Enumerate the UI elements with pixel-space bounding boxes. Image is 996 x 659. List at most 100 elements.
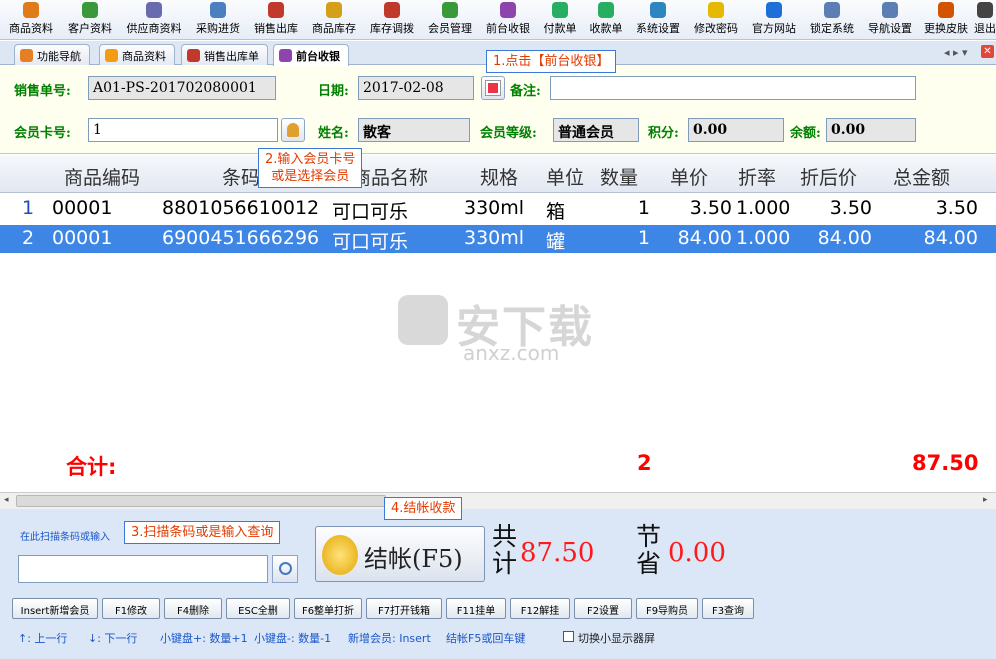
goods-tab-icon — [105, 49, 118, 62]
f1-edit-button[interactable]: F1修改 — [102, 598, 160, 619]
cell-qty: 1 — [637, 227, 650, 249]
toolbar-supplier-button[interactable]: 供应商资料 — [120, 2, 188, 38]
f9-guide-button[interactable]: F9导购员 — [636, 598, 698, 619]
cell-code: 00001 — [52, 227, 113, 249]
sales-out-icon — [268, 2, 284, 18]
toolbar-skin-button[interactable]: 更换皮肤 — [920, 2, 972, 38]
col-price[interactable]: 单价 — [670, 163, 708, 190]
f6-discount-button[interactable]: F6整单打折 — [294, 598, 362, 619]
toolbar-transfer-button[interactable]: 库存调拨 — [364, 2, 420, 38]
sale-no-label: 销售单号: — [14, 84, 71, 99]
toolbar-cashier-button[interactable]: 前台收银 — [480, 2, 536, 38]
f7-open-drawer-button[interactable]: F7打开钱箱 — [366, 598, 442, 619]
col-barcode[interactable]: 条码 — [222, 163, 260, 190]
col-spec[interactable]: 规格 — [480, 163, 518, 190]
tab-cashier[interactable]: 前台收银 — [273, 44, 349, 66]
receipt-icon — [598, 2, 614, 18]
col-code[interactable]: 商品编码 — [64, 163, 140, 190]
toolbar-member-button[interactable]: 会员管理 — [422, 2, 478, 38]
cell-disc-price: 3.50 — [829, 197, 872, 219]
calendar-icon — [485, 80, 501, 96]
search-button[interactable] — [272, 555, 298, 583]
small-screen-checkbox[interactable] — [563, 631, 574, 642]
website-icon — [766, 2, 782, 18]
callout-step-1: 1.点击【前台收银】 — [486, 50, 617, 73]
toolbar-website-button[interactable]: 官方网站 — [746, 2, 802, 38]
sale-header-form: 销售单号: A01-PS-201702080001 日期: 2017-02-08… — [0, 66, 996, 154]
tab-scroll-arrows[interactable]: ◂ ▸ ▾ — [944, 46, 968, 59]
scan-input[interactable] — [18, 555, 268, 583]
goods-icon — [23, 2, 39, 18]
toolbar-purchase-button[interactable]: 采购进货 — [190, 2, 246, 38]
scrollbar-thumb[interactable] — [16, 495, 386, 507]
close-tab-icon[interactable]: ✕ — [981, 45, 994, 58]
date-field[interactable]: 2017-02-08 — [358, 76, 474, 100]
toolbar-password-button[interactable]: 修改密码 — [688, 2, 744, 38]
f2-settings-button[interactable]: F2设置 — [574, 598, 632, 619]
esc-delete-all-button[interactable]: ESC全删 — [226, 598, 290, 619]
toolbar-settings-button[interactable]: 系统设置 — [630, 2, 686, 38]
points-label: 积分: — [648, 126, 679, 141]
col-unit[interactable]: 单位 — [546, 163, 584, 190]
col-rate[interactable]: 折率 — [738, 163, 776, 190]
col-amount[interactable]: 总金额 — [893, 163, 950, 190]
row-number: 2 — [22, 227, 35, 249]
member-card-label: 会员卡号: — [14, 126, 71, 141]
insert-new-member-button[interactable]: Insert新增会员 — [12, 598, 98, 619]
cell-spec: 330ml — [464, 197, 525, 219]
cell-name: 可口可乐 — [332, 201, 409, 223]
password-icon — [708, 2, 724, 18]
balance-label: 余额: — [790, 126, 821, 141]
checkout-button[interactable]: 结帐(F5) — [315, 526, 485, 582]
horizontal-scrollbar[interactable]: ◂ ▸ — [0, 492, 996, 509]
cell-rate: 1.000 — [736, 227, 791, 249]
cell-qty: 1 — [637, 197, 650, 219]
toolbar-sales-out-button[interactable]: 销售出库 — [248, 2, 304, 38]
tab-goods[interactable]: 商品资料 — [99, 44, 175, 65]
watermark-logo-icon — [398, 295, 448, 345]
col-name[interactable]: 商品名称 — [352, 163, 428, 190]
search-icon — [279, 562, 292, 575]
stock-icon — [326, 2, 342, 18]
sale-no-field[interactable]: A01-PS-201702080001 — [88, 76, 276, 100]
col-qty[interactable]: 数量 — [600, 163, 638, 190]
balance-field: 0.00 — [826, 118, 916, 142]
scan-label: 在此扫描条码或输入 — [20, 532, 110, 543]
cell-barcode: 8801056610012 — [162, 197, 320, 219]
sum-label: 共计 — [492, 522, 518, 578]
remark-field[interactable] — [550, 76, 916, 100]
toolbar-payment-button[interactable]: 付款单 — [538, 2, 582, 38]
supplier-icon — [146, 2, 162, 18]
user-icon — [287, 123, 299, 137]
sum-value: 87.50 — [520, 538, 595, 568]
hint-down: ↓: 下一行 — [88, 632, 138, 645]
toolbar-nav-settings-button[interactable]: 导航设置 — [862, 2, 918, 38]
cell-code: 00001 — [52, 197, 113, 219]
main-toolbar: 商品资料 客户资料 供应商资料 采购进货 销售出库 商品库存 库存调拨 会员管理… — [0, 0, 996, 40]
f4-delete-button[interactable]: F4删除 — [164, 598, 222, 619]
hint-up: ↑: 上一行 — [18, 632, 68, 645]
tab-function-nav[interactable]: 功能导航 — [14, 44, 90, 65]
toolbar-goods-button[interactable]: 商品资料 — [2, 2, 60, 38]
toolbar-lock-button[interactable]: 锁定系统 — [804, 2, 860, 38]
watermark-subtext: anxz.com — [463, 341, 560, 365]
toolbar-stock-button[interactable]: 商品库存 — [306, 2, 362, 38]
table-row-selected[interactable]: 2 00001 6900451666296 可口可乐 330ml 罐 1 84.… — [0, 225, 996, 253]
table-row[interactable]: 1 00001 8801056610012 可口可乐 330ml 箱 1 3.5… — [0, 195, 996, 223]
toolbar-receipt-button[interactable]: 收款单 — [584, 2, 628, 38]
calendar-button[interactable] — [481, 76, 505, 100]
member-card-field[interactable]: 1 — [88, 118, 278, 142]
toolbar-customer-button[interactable]: 客户资料 — [62, 2, 118, 38]
toolbar-exit-button[interactable]: 退出 — [974, 2, 996, 38]
callout-step-4: 4.结帐收款 — [384, 497, 463, 520]
f3-query-button[interactable]: F3查询 — [702, 598, 754, 619]
cashier-icon — [500, 2, 516, 18]
hint-new-member: 新增会员: Insert — [348, 632, 431, 645]
col-disc-price[interactable]: 折后价 — [800, 163, 857, 190]
scroll-left-icon[interactable]: ◂ — [4, 495, 9, 505]
select-member-button[interactable] — [281, 118, 305, 142]
f11-hold-button[interactable]: F11挂单 — [446, 598, 506, 619]
tab-sales-out[interactable]: 销售出库单 — [181, 44, 268, 65]
f12-unhold-button[interactable]: F12解挂 — [510, 598, 570, 619]
scroll-right-icon[interactable]: ▸ — [983, 495, 988, 505]
